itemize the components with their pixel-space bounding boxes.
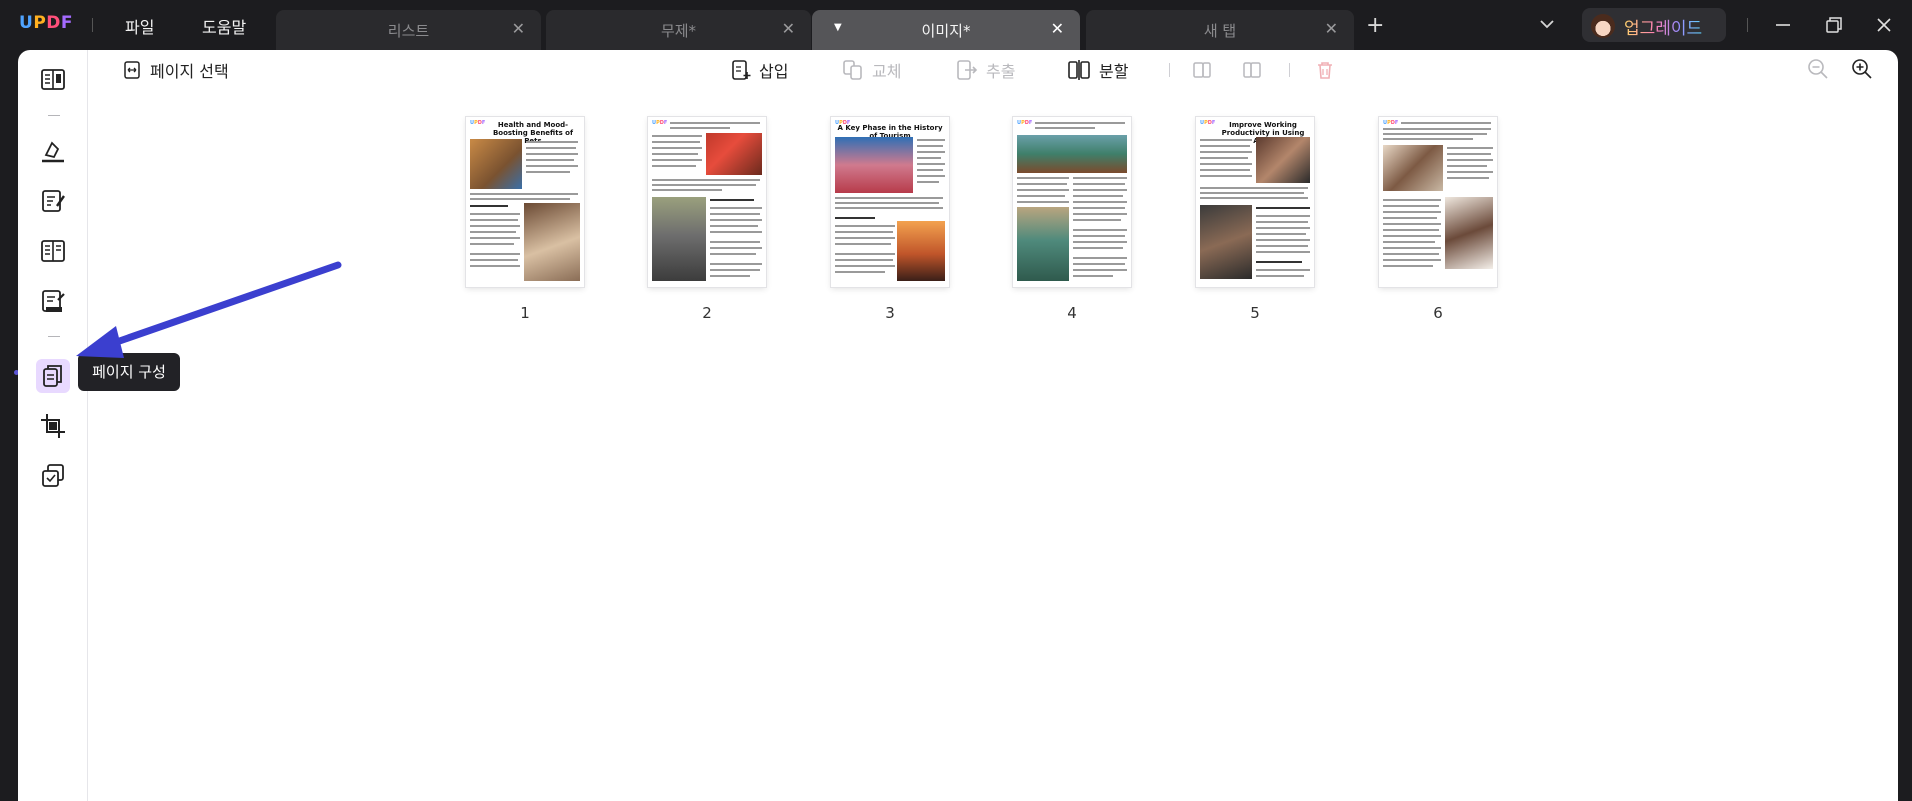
page-select-label: 페이지 선택 bbox=[150, 62, 229, 81]
insert-icon bbox=[732, 60, 751, 80]
extract-icon bbox=[957, 60, 978, 80]
page-number: 2 bbox=[702, 304, 712, 322]
page-number: 1 bbox=[520, 304, 530, 322]
add-tab-icon[interactable]: + bbox=[1366, 15, 1384, 37]
close-icon[interactable]: ✕ bbox=[1325, 19, 1338, 38]
eiffel-photo bbox=[897, 221, 945, 281]
reader-icon[interactable] bbox=[38, 65, 68, 95]
dog-photo bbox=[524, 203, 580, 281]
close-icon[interactable]: ✕ bbox=[1051, 19, 1064, 38]
updf-logo: UPDF bbox=[1200, 120, 1216, 126]
avatar bbox=[1591, 14, 1615, 38]
divider bbox=[48, 115, 60, 116]
title-bar: UPDF 파일 도움말 리스트 ✕ 무제* ✕ ▼ 이미지* ✕ 새 탭 ✕ +… bbox=[0, 0, 1912, 50]
tab-image[interactable]: ▼ 이미지* ✕ bbox=[812, 10, 1080, 50]
page-select-icon bbox=[124, 61, 140, 79]
extract-label: 추출 bbox=[986, 62, 1016, 81]
laptop-photo bbox=[1200, 205, 1252, 279]
page-thumbnail[interactable]: UPDF Health and Mood-Boosting Benefits o… bbox=[466, 117, 584, 287]
street-photo bbox=[835, 137, 913, 193]
updf-logo: UPDF bbox=[1383, 120, 1399, 126]
page-number: 3 bbox=[885, 304, 895, 322]
rotate-right-icon[interactable] bbox=[1241, 59, 1263, 81]
minimize-icon[interactable] bbox=[1771, 13, 1795, 37]
page-thumbnail[interactable]: UPDF bbox=[648, 117, 766, 287]
updf-logo: UPDF bbox=[1017, 120, 1033, 126]
divider bbox=[48, 336, 60, 337]
form-icon[interactable] bbox=[38, 236, 68, 266]
lake-photo bbox=[1017, 135, 1127, 173]
replace-label: 교체 bbox=[872, 62, 902, 81]
insert-button[interactable]: 삽입 bbox=[731, 58, 788, 82]
main-content bbox=[88, 50, 1898, 801]
left-sidebar bbox=[18, 50, 88, 801]
tab-label: 리스트 bbox=[387, 22, 430, 40]
extract-button[interactable]: 추출 bbox=[956, 58, 1015, 82]
tab-label: 무제* bbox=[660, 22, 697, 40]
upgrade-button[interactable]: 업그레이드 bbox=[1582, 8, 1726, 42]
page-number: 5 bbox=[1250, 304, 1260, 322]
page-thumbnail[interactable]: UPDF bbox=[1013, 117, 1131, 287]
page-select-button[interactable]: 페이지 선택 bbox=[122, 58, 229, 82]
page-number: 4 bbox=[1067, 304, 1077, 322]
divider bbox=[1747, 18, 1748, 32]
zoom-out-icon[interactable] bbox=[1807, 58, 1829, 80]
updf-logo: UPDF bbox=[652, 120, 668, 126]
page-organize-icon[interactable] bbox=[38, 361, 68, 391]
woman-writing-photo bbox=[1445, 197, 1493, 269]
close-icon[interactable]: ✕ bbox=[512, 19, 525, 38]
menu-file[interactable]: 파일 bbox=[125, 14, 154, 38]
replace-icon bbox=[843, 60, 862, 80]
tab-untitled[interactable]: 무제* ✕ bbox=[546, 10, 811, 50]
page-number: 6 bbox=[1433, 304, 1443, 322]
page-thumbnail[interactable]: UPDF A Key Phase in the History of Touri… bbox=[831, 117, 949, 287]
zoom-in-icon[interactable] bbox=[1851, 58, 1873, 80]
comment-icon[interactable] bbox=[38, 136, 68, 166]
page-thumbnail[interactable]: UPDF bbox=[1379, 117, 1497, 287]
tab-new[interactable]: 새 탭 ✕ bbox=[1086, 10, 1354, 50]
menu-help[interactable]: 도움말 bbox=[202, 14, 246, 38]
tooltip: 페이지 구성 bbox=[78, 353, 180, 391]
split-icon bbox=[1068, 60, 1090, 80]
tab-label: 이미지* bbox=[921, 22, 971, 40]
edit-pdf-icon[interactable] bbox=[38, 186, 68, 216]
cat-photo bbox=[652, 197, 706, 281]
split-label: 분할 bbox=[1099, 62, 1129, 81]
cat-photo bbox=[470, 139, 522, 189]
canyon-photo bbox=[1017, 207, 1069, 281]
batch-icon[interactable] bbox=[38, 461, 68, 491]
tab-list[interactable]: 리스트 ✕ bbox=[276, 10, 541, 50]
upgrade-label: 업그레이드 bbox=[1624, 14, 1702, 39]
insert-label: 삽입 bbox=[759, 62, 789, 81]
fill-sign-icon[interactable] bbox=[38, 286, 68, 316]
page-thumbnail[interactable]: UPDF Improve Working Productivity in Usi… bbox=[1196, 117, 1314, 287]
replace-button[interactable]: 교체 bbox=[842, 58, 901, 82]
divider bbox=[1169, 63, 1170, 77]
tab-label: 새 탭 bbox=[1203, 22, 1237, 40]
delete-icon[interactable] bbox=[1314, 59, 1336, 81]
updf-logo: UPDF bbox=[19, 13, 74, 33]
woman-laptop-photo bbox=[1383, 145, 1443, 191]
rotate-left-icon[interactable] bbox=[1191, 59, 1213, 81]
office-photo bbox=[1256, 137, 1310, 183]
close-icon[interactable]: ✕ bbox=[782, 19, 795, 38]
chevron-down-icon[interactable] bbox=[1538, 15, 1556, 33]
divider bbox=[92, 18, 93, 32]
parrot-photo bbox=[706, 133, 762, 175]
updf-logo: UPDF bbox=[470, 120, 486, 126]
divider bbox=[1289, 63, 1290, 77]
split-button[interactable]: 분할 bbox=[1067, 58, 1128, 82]
crop-icon[interactable] bbox=[38, 411, 68, 441]
restore-icon[interactable] bbox=[1822, 13, 1846, 37]
close-window-icon[interactable] bbox=[1872, 13, 1896, 37]
